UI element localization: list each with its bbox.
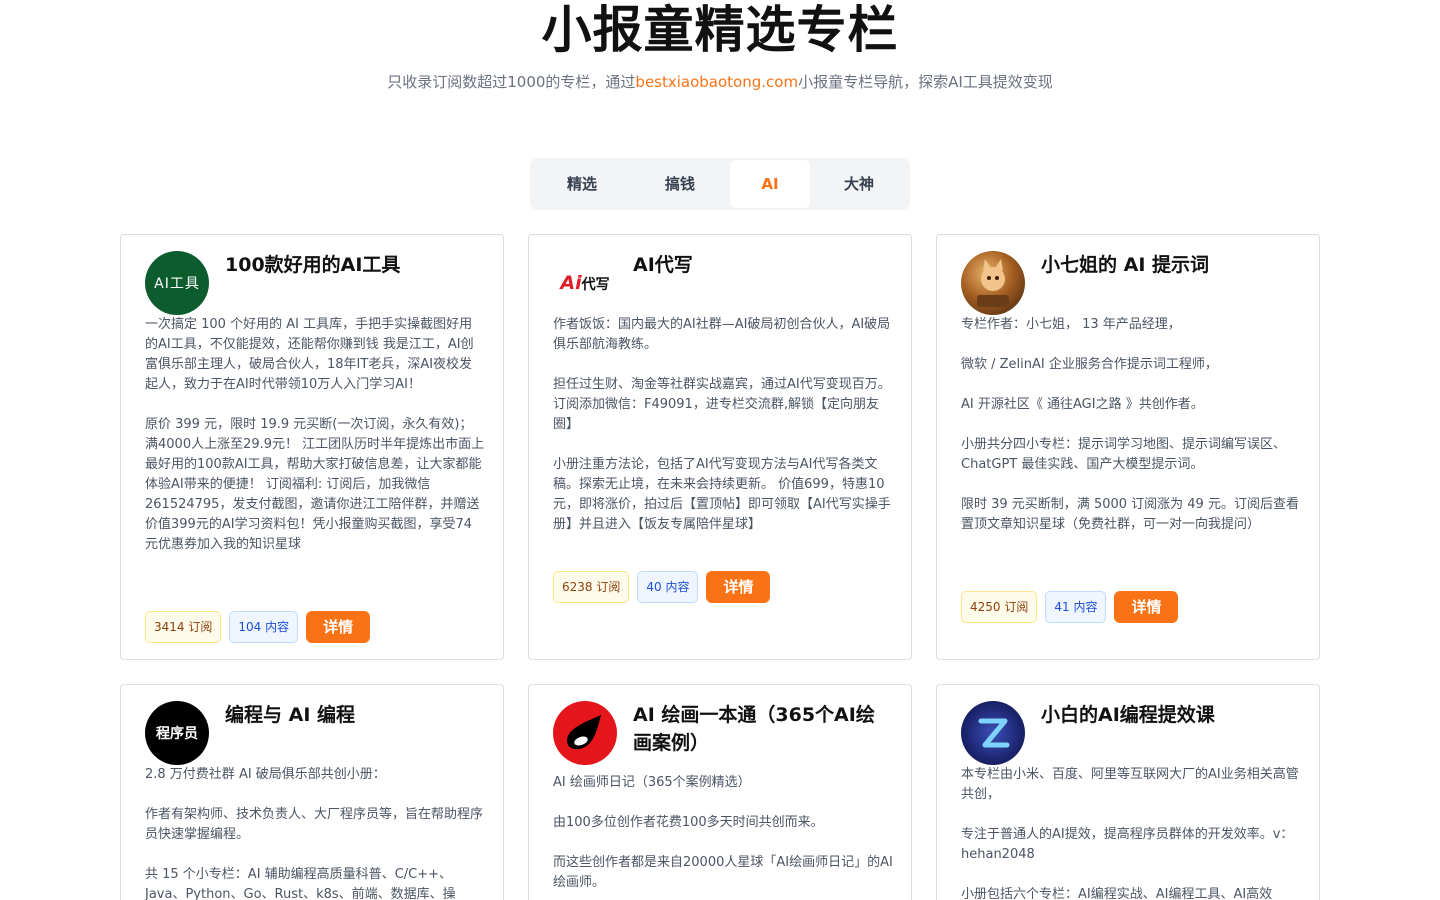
card-title: 小七姐的 AI 提示词 (1041, 254, 1210, 276)
card-description: 一次搞定 100 个好用的 AI 工具库，手把手实操截图好用的AI工具，不仅能提… (145, 315, 485, 555)
desc-paragraph: 专注于普通人的AI提效，提高程序员群体的开发效率。v：hehan2048 (961, 827, 1294, 862)
content-count-badge: 41 内容 (1045, 591, 1107, 623)
desc-paragraph: 一次搞定 100 个好用的 AI 工具库，手把手实操截图好用的AI工具，不仅能提… (145, 317, 474, 392)
desc-paragraph: 本专栏由小米、百度、阿里等互联网大厂的AI业务相关高管共创， (961, 767, 1299, 802)
desc-paragraph: 担任过生财、淘金等社群实战嘉宾，通过AI代写变现百万。 订阅添加微信：F4909… (553, 377, 891, 432)
page-title: 小报童精选专栏 (541, 1, 899, 59)
card-title: AI代写 (633, 254, 693, 276)
z-logo-icon (978, 718, 1010, 748)
avatar-label: AI工具 (154, 276, 200, 292)
card-title: 100款好用的AI工具 (225, 254, 401, 276)
desc-paragraph: AI 开源社区《 通往AGI之路 》共创作者。 (961, 397, 1204, 412)
tab-featured[interactable]: 精选 (534, 160, 630, 208)
avatar (961, 701, 1025, 765)
subscription-count-badge: 6238 订阅 (553, 571, 630, 603)
tab-experts[interactable]: 大神 (812, 160, 906, 208)
details-button[interactable]: 详情 (706, 571, 771, 603)
card-footer: 3414 订阅 104 内容 详情 (145, 611, 371, 643)
subscription-count-badge: 4250 订阅 (961, 591, 1038, 623)
card-title: 编程与 AI 编程 (225, 704, 356, 726)
card-footer: 4250 订阅 41 内容 详情 (961, 591, 1179, 623)
desc-paragraph: 专栏作者：小七姐， 13 年产品经理， (961, 317, 1181, 332)
avatar-label: Ai代写 (560, 272, 609, 294)
card-title: 小白的AI编程提效课 (1041, 704, 1215, 726)
desc-paragraph: 小册共分四小专栏：提示词学习地图、提示词编写误区、ChatGPT 最佳实践、国产… (961, 437, 1287, 472)
cat-illustration-icon (977, 259, 1009, 307)
card-description: 本专栏由小米、百度、阿里等互联网大厂的AI业务相关高管共创， 专注于普通人的AI… (961, 765, 1301, 900)
desc-paragraph: 作者有架构师、技术负责人、大厂程序员等，旨在帮助程序员快速掌握编程。 (145, 807, 484, 842)
desc-paragraph: 作者饭饭：国内最大的AI社群—AI破局初创合伙人，AI破局俱乐部航海教练。 (553, 317, 891, 352)
page-subtitle: 只收录订阅数超过1000的专栏，通过bestxiaobaotong.com小报童… (0, 72, 1440, 92)
card-description: 作者饭饭：国内最大的AI社群—AI破局初创合伙人，AI破局俱乐部航海教练。 担任… (553, 315, 893, 535)
avatar: AI工具 (145, 251, 209, 315)
avatar (553, 701, 617, 765)
desc-paragraph: 2.8 万付费社群 AI 破局俱乐部共创小册： (145, 767, 386, 782)
category-tabs: 精选 搞钱 AI 大神 (530, 158, 910, 210)
avatar (961, 251, 1025, 315)
card-description: 专栏作者：小七姐， 13 年产品经理， 微软 / ZelinAI 企业服务合作提… (961, 315, 1301, 535)
details-button[interactable]: 详情 (1114, 591, 1179, 623)
details-button[interactable]: 详情 (306, 611, 371, 643)
column-card[interactable]: 程序员 编程与 AI 编程 2.8 万付费社群 AI 破局俱乐部共创小册： 作者… (120, 684, 504, 900)
desc-paragraph: 微软 / ZelinAI 企业服务合作提示词工程师， (961, 357, 1218, 372)
desc-paragraph: 原价 399 元，限时 19.9 元买断(一次订阅，永久有效)；满4000人上涨… (145, 417, 485, 552)
desc-paragraph: AI 绘画师日记（365个案例精选） (553, 775, 751, 790)
subtitle-suffix: 小报童专栏导航，探索AI工具提效变现 (798, 73, 1053, 91)
desc-paragraph: 限时 39 元买断制，满 5000 订阅涨为 49 元。订阅后查看置顶文章知识星… (961, 497, 1299, 532)
desc-paragraph: 小册注重方法论，包括了AI代写变现方法与AI代写各类文稿。探索无止境，在未来会持… (553, 457, 891, 532)
desc-paragraph: 小册包括六个专栏：AI编程实战、AI编程工具、AI高效 (961, 887, 1273, 900)
desc-paragraph: 由100多位创作者花费100多天时间共创而来。 (553, 815, 824, 830)
avatar: Ai代写 (553, 251, 617, 315)
avatar-label-ai: Ai (560, 272, 582, 294)
card-title: AI 绘画一本通（365个AI绘画案例） (633, 704, 875, 754)
column-card[interactable]: 小七姐的 AI 提示词 专栏作者：小七姐， 13 年产品经理， 微软 / Zel… (936, 234, 1320, 660)
avatar-label: 程序员 (156, 726, 198, 742)
content-count-badge: 104 内容 (229, 611, 299, 643)
subtitle-prefix: 只收录订阅数超过1000的专栏，通过 (387, 73, 636, 91)
card-description: 2.8 万付费社群 AI 破局俱乐部共创小册： 作者有架构师、技术负责人、大厂程… (145, 765, 485, 900)
subscription-count-badge: 3414 订阅 (145, 611, 222, 643)
column-card[interactable]: AI工具 100款好用的AI工具 一次搞定 100 个好用的 AI 工具库，手把… (120, 234, 504, 660)
tab-money[interactable]: 搞钱 (632, 160, 728, 208)
desc-paragraph: 共 15 个小专栏：AI 辅助编程高质量科普、C/C++、Java、Python… (145, 867, 456, 900)
avatar-label-rest: 代写 (581, 277, 610, 293)
brush-drop-icon (567, 715, 601, 750)
column-card[interactable]: AI 绘画一本通（365个AI绘画案例） AI 绘画师日记（365个案例精选） … (528, 684, 912, 900)
avatar: 程序员 (145, 701, 209, 765)
tab-ai[interactable]: AI (730, 160, 810, 208)
content-count-badge: 40 内容 (637, 571, 699, 603)
desc-paragraph: 而这些创作者都是来自20000人星球「AI绘画师日记」的AI绘画师。 (553, 855, 893, 890)
column-card[interactable]: Ai代写 AI代写 作者饭饭：国内最大的AI社群—AI破局初创合伙人，AI破局俱… (528, 234, 912, 660)
site-link[interactable]: bestxiaobaotong.com (635, 73, 798, 91)
card-description: AI 绘画师日记（365个案例精选） 由100多位创作者花费100多天时间共创而… (553, 773, 893, 893)
card-footer: 6238 订阅 40 内容 详情 (553, 571, 771, 603)
column-card[interactable]: 小白的AI编程提效课 本专栏由小米、百度、阿里等互联网大厂的AI业务相关高管共创… (936, 684, 1320, 900)
